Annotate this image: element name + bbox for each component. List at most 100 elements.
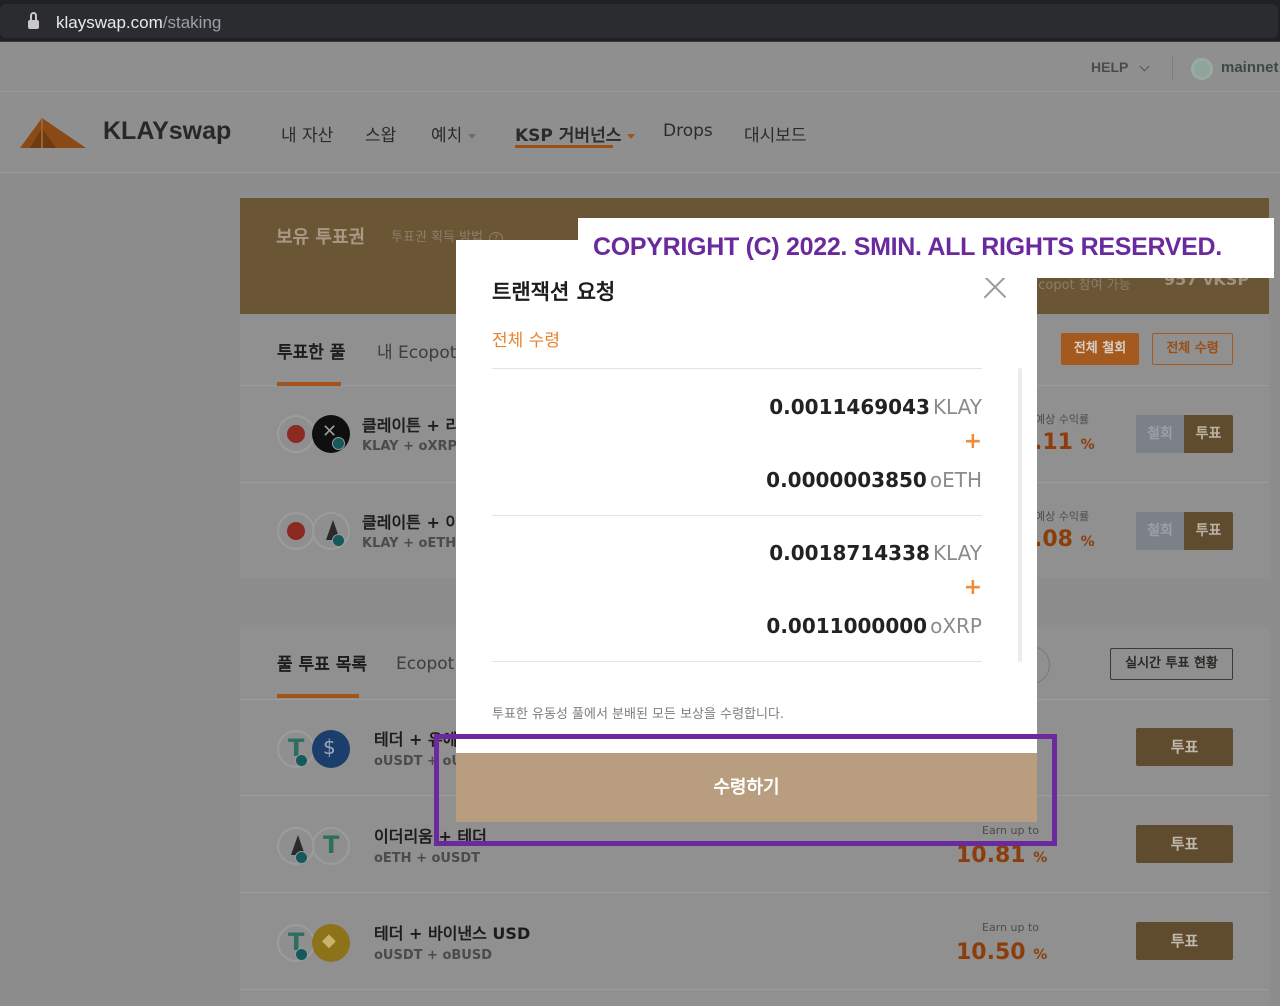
klay-token-icon [277, 415, 315, 453]
klay-token-icon [277, 512, 315, 550]
vote-button[interactable]: 투표 [1136, 922, 1233, 960]
tab-pool-vote-list[interactable]: 풀 투표 목록 [277, 650, 367, 675]
orbit-badge-icon [295, 851, 308, 864]
nav-governance-label: KSP 거버넌스 [515, 126, 622, 146]
percent-sign: % [1033, 850, 1048, 866]
active-tab-underline [277, 694, 359, 698]
realtime-vote-status-button[interactable]: 실시간 투표 현황 [1110, 648, 1233, 680]
vote-button[interactable]: 투표 [1136, 728, 1233, 766]
pool-pair: oUSDT + oBUSD [374, 948, 493, 963]
amount-value: 0.0000003850 [766, 468, 927, 492]
plus-icon: + [963, 575, 982, 600]
claim-all-button[interactable]: 전체 수령 [1152, 333, 1233, 365]
earn-value: .08 % [1034, 527, 1095, 552]
vote-button[interactable]: 투표 [1136, 825, 1233, 863]
orbit-badge-icon [295, 948, 308, 961]
chevron-down-icon[interactable] [1139, 61, 1150, 72]
percent-sign: % [1080, 437, 1095, 453]
logo-text[interactable]: KLAYswap [103, 117, 231, 146]
caret-down-icon [468, 133, 477, 139]
reward-amount: 0.0011000000 oXRP [766, 614, 982, 638]
xrp-token-icon [312, 415, 350, 453]
reward-list[interactable]: 0.0011469043 KLAY + 0.0000003850 oETH 0.00… [492, 368, 1022, 664]
modal-subtitle: 전체 수령 [492, 331, 560, 351]
amount-value: 0.0011469043 [769, 395, 930, 419]
highlight-box [434, 734, 1057, 846]
nav-deposit-label: 예치 [431, 126, 463, 146]
earn-number: .11 [1034, 430, 1073, 455]
reward-amount: 0.0018714338 KLAY [769, 541, 982, 565]
amount-value: 0.0018714338 [769, 541, 930, 565]
active-tab-underline [277, 382, 341, 386]
tab-voted-pools[interactable]: 투표한 풀 [277, 338, 345, 363]
tab-ecopot[interactable]: Ecopot [396, 654, 454, 674]
withdraw-button[interactable]: 철회 [1136, 415, 1184, 453]
browser-toolbar: klayswap.com/staking [0, 0, 1280, 42]
withdraw-vote-button-group: 철회 투표 [1136, 512, 1233, 550]
reward-amount: 0.0011469043 KLAY [769, 395, 982, 419]
network-status-icon[interactable] [1191, 58, 1213, 80]
nav-swap[interactable]: 스왑 [365, 121, 396, 146]
nav-my-assets[interactable]: 내 자산 [281, 121, 333, 146]
help-menu[interactable]: HELP [1091, 59, 1128, 75]
scrollbar[interactable] [1018, 368, 1022, 662]
caret-down-icon [627, 133, 636, 139]
earn-number: 10.50 [956, 940, 1026, 965]
withdraw-button[interactable]: 철회 [1136, 512, 1184, 550]
pool-pair: KLAY + oXRP [362, 439, 458, 454]
orbit-badge-icon [295, 754, 308, 767]
earn-number: 10.81 [956, 843, 1026, 868]
pool-pair: oETH + oUSDT [374, 851, 481, 866]
orbit-badge-icon [332, 437, 345, 450]
earn-label: 예상 수익률 [1035, 413, 1090, 426]
withdraw-vote-button-group: 철회 투표 [1136, 415, 1233, 453]
pool-name: 클레이튼 + 이 [362, 513, 461, 532]
voting-power-title: 보유 투표권 [276, 227, 366, 248]
divider [492, 515, 982, 516]
earn-number: .08 [1034, 527, 1073, 552]
active-nav-underline [515, 145, 613, 148]
plus-icon: + [963, 429, 982, 454]
main-nav: KLAYswap 내 자산 스왑 예치 KSP 거버넌스 Drops 대시보드 [0, 93, 1280, 173]
tab-my-ecopot[interactable]: 내 Ecopot [377, 338, 456, 363]
earn-value: .11 % [1034, 430, 1095, 455]
nav-ksp-governance[interactable]: KSP 거버넌스 [515, 121, 636, 146]
modal-title: 트랜잭션 요청 [492, 280, 616, 304]
earn-value: 10.50 % [956, 940, 1047, 965]
pool-pair: KLAY + oETH [362, 536, 457, 551]
modal-description: 투표한 유동성 풀에서 분배된 모든 보상을 수령합니다. [492, 707, 785, 722]
address-bar[interactable]: klayswap.com/staking [0, 4, 1278, 38]
orbit-badge-icon [332, 534, 345, 547]
divider [492, 661, 982, 662]
earn-label: Earn up to [982, 921, 1039, 934]
divider [492, 368, 982, 369]
lock-icon[interactable] [28, 12, 39, 29]
vote-button[interactable]: 투표 [1184, 415, 1233, 453]
url-text[interactable]: klayswap.com/staking [56, 13, 221, 33]
amount-unit: oETH [929, 468, 982, 492]
withdraw-all-button[interactable]: 전체 철회 [1061, 333, 1139, 365]
pool-name: 클레이튼 + 리 [362, 416, 461, 435]
amount-unit: KLAY [932, 541, 982, 565]
copyright-watermark: COPYRIGHT (C) 2022. SMIN. ALL RIGHTS RES… [578, 218, 1274, 278]
usdt-token-icon [312, 827, 350, 865]
amount-unit: KLAY [932, 395, 982, 419]
vote-button[interactable]: 투표 [1184, 512, 1233, 550]
percent-sign: % [1080, 534, 1095, 550]
pool-name: 테더 + 바이낸스 USD [374, 924, 531, 943]
eth-token-icon [312, 512, 350, 550]
busd-token-icon [312, 924, 350, 962]
earn-value: 10.81 % [956, 843, 1047, 868]
reward-amount: 0.0000003850 oETH [766, 468, 982, 492]
network-label[interactable]: mainnet [1221, 59, 1279, 76]
nav-dashboard[interactable]: 대시보드 [744, 121, 807, 146]
percent-sign: % [1033, 947, 1048, 963]
divider [1172, 56, 1173, 80]
nav-deposit[interactable]: 예치 [431, 121, 477, 146]
amount-unit: oXRP [930, 614, 982, 638]
table-row: 테더 + 바이낸스 USD oUSDT + oBUSD Earn up to 1… [240, 894, 1269, 990]
nav-drops[interactable]: Drops [663, 121, 713, 141]
klayswap-logo-icon[interactable] [20, 116, 86, 148]
top-utility-bar: HELP mainnet [0, 42, 1280, 92]
earn-label: 예상 수익률 [1035, 510, 1090, 523]
